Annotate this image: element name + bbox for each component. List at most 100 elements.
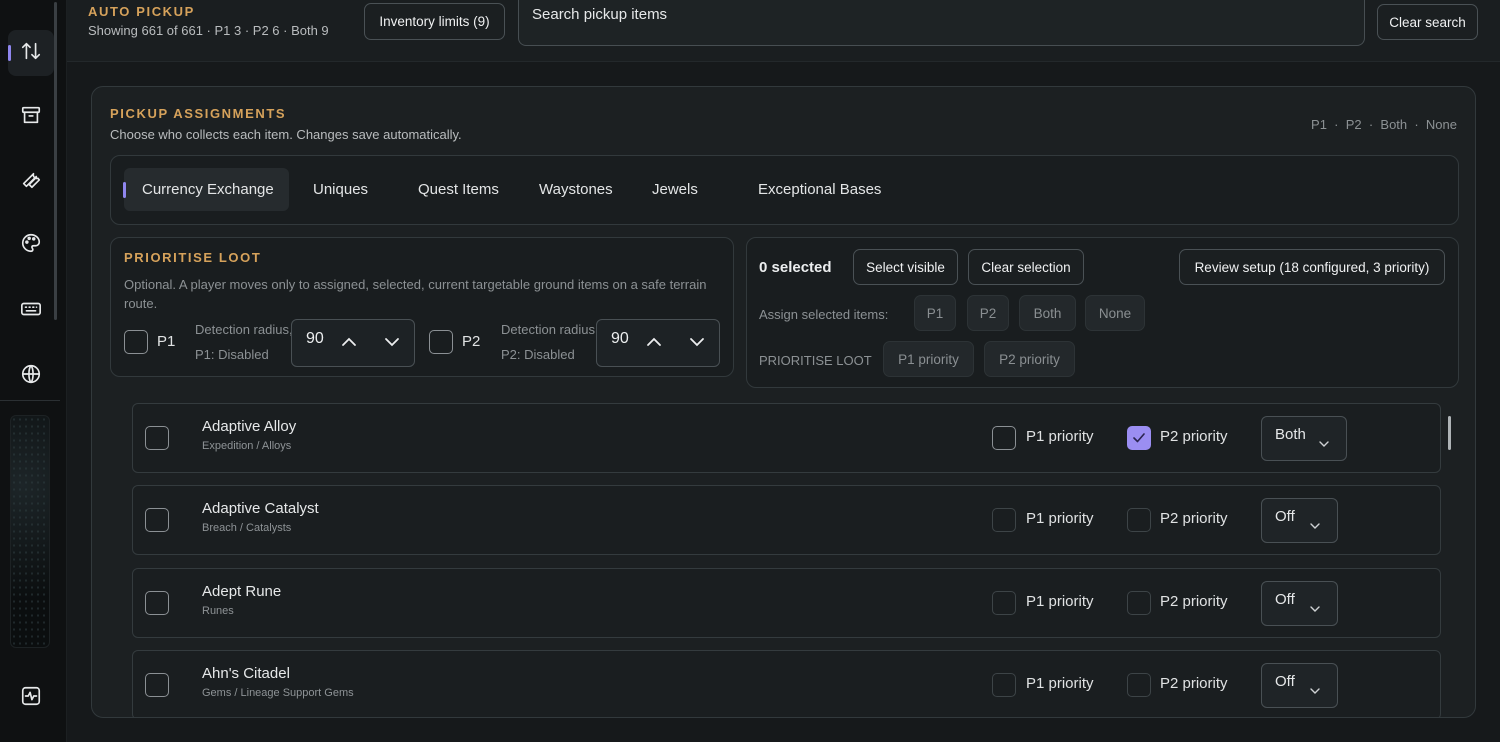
p1-priority-label: P1 priority bbox=[1026, 428, 1094, 445]
item-row[interactable]: Adept Rune Runes P1 priority P2 priority… bbox=[132, 568, 1441, 638]
tab-label: Quest Items bbox=[418, 181, 499, 198]
p1-priority-checkbox[interactable] bbox=[992, 591, 1016, 615]
rail-item-archive[interactable] bbox=[8, 94, 54, 140]
row-select-checkbox[interactable] bbox=[145, 591, 169, 615]
assignment-dropdown[interactable]: Off bbox=[1261, 663, 1338, 708]
p1-priority-label: P1 priority bbox=[1026, 510, 1094, 527]
chevron-up-icon[interactable] bbox=[341, 334, 357, 355]
assignment-value: Off bbox=[1275, 591, 1295, 608]
rail-item-activity[interactable] bbox=[8, 675, 54, 721]
tab-currency-exchange[interactable]: Currency Exchange bbox=[123, 168, 289, 211]
chevron-down-icon bbox=[1319, 435, 1329, 452]
p1-priority-label: P1 priority bbox=[1026, 593, 1094, 610]
tab-jewels[interactable]: Jewels bbox=[652, 168, 698, 211]
assignment-dropdown[interactable]: Off bbox=[1261, 581, 1338, 626]
tab-waystones[interactable]: Waystones bbox=[539, 168, 613, 211]
p2-priority-label: P2 priority bbox=[1160, 428, 1228, 445]
clear-search-button[interactable]: Clear search bbox=[1377, 4, 1478, 40]
rail-item-tools[interactable] bbox=[8, 158, 54, 204]
row-select-checkbox[interactable] bbox=[145, 426, 169, 450]
panel-subtitle: Choose who collects each item. Changes s… bbox=[110, 127, 462, 142]
p1-priority-checkbox[interactable] bbox=[992, 508, 1016, 532]
p1-priority-checkbox[interactable] bbox=[992, 673, 1016, 697]
item-category: Runes bbox=[202, 605, 234, 617]
select-visible-button[interactable]: Select visible bbox=[853, 249, 958, 285]
rail-item-keybinds[interactable] bbox=[8, 288, 54, 334]
p2-priority-checkbox[interactable] bbox=[1127, 426, 1151, 450]
rail-scrollbar[interactable] bbox=[54, 2, 57, 320]
row-select-checkbox[interactable] bbox=[145, 673, 169, 697]
tab-label: Uniques bbox=[313, 181, 369, 198]
p1-prioritise-checkbox[interactable] bbox=[124, 330, 148, 354]
chevron-down-icon bbox=[1310, 682, 1320, 699]
tab-uniques[interactable]: Uniques bbox=[313, 168, 368, 211]
prioritise-loot-box: PRIORITISE LOOT Optional. A player moves… bbox=[110, 237, 734, 377]
prioritise-loot-description: Optional. A player moves only to assigne… bbox=[124, 277, 707, 311]
p1-priority-checkbox[interactable] bbox=[992, 426, 1016, 450]
active-tab-indicator bbox=[123, 182, 126, 198]
tab-exceptional-bases[interactable]: Exceptional Bases bbox=[758, 168, 881, 211]
assign-p1-button[interactable]: P1 bbox=[914, 295, 956, 331]
app-subtitle: Showing 661 of 661 · P1 3 · P2 6 · Both … bbox=[88, 23, 329, 38]
rail-item-theme[interactable] bbox=[8, 222, 54, 268]
p2-priority-checkbox[interactable] bbox=[1127, 508, 1151, 532]
active-indicator bbox=[8, 45, 11, 61]
assignment-value: Both bbox=[1275, 426, 1306, 443]
chevron-down-icon bbox=[1310, 517, 1320, 534]
chevron-down-icon[interactable] bbox=[384, 334, 400, 355]
decorative-artwork bbox=[10, 415, 50, 648]
chevron-down-icon bbox=[1310, 600, 1320, 617]
chevron-down-icon[interactable] bbox=[689, 334, 705, 355]
p2-radius-stepper[interactable]: 90 bbox=[596, 319, 720, 367]
item-name: Adaptive Alloy bbox=[202, 418, 297, 435]
p2-priority-label: P2 priority bbox=[1160, 593, 1228, 610]
chevron-up-icon[interactable] bbox=[646, 334, 662, 355]
row-select-checkbox[interactable] bbox=[145, 508, 169, 532]
item-category: Breach / Catalysts bbox=[202, 522, 292, 534]
tab-label: Currency Exchange bbox=[142, 181, 274, 198]
assign-both-button[interactable]: Both bbox=[1019, 295, 1076, 331]
item-row[interactable]: Adaptive Catalyst Breach / Catalysts P1 … bbox=[132, 485, 1441, 555]
p2-priority-label: P2 priority bbox=[1160, 675, 1228, 692]
clear-selection-button[interactable]: Clear selection bbox=[968, 249, 1084, 285]
item-row[interactable]: Ahn's Citadel Gems / Lineage Support Gem… bbox=[132, 650, 1441, 717]
inventory-limits-button[interactable]: Inventory limits (9) bbox=[364, 3, 505, 40]
selection-box: 0 selected Select visible Clear selectio… bbox=[746, 237, 1459, 388]
pickup-assignments-panel: PICKUP ASSIGNMENTS Choose who collects e… bbox=[91, 86, 1476, 718]
p2-prioritise-checkbox[interactable] bbox=[429, 330, 453, 354]
tab-label: Waystones bbox=[539, 181, 613, 198]
assignment-dropdown[interactable]: Both bbox=[1261, 416, 1347, 461]
item-name: Adept Rune bbox=[202, 583, 282, 600]
item-row[interactable]: Adaptive Alloy Expedition / Alloys P1 pr… bbox=[132, 403, 1441, 473]
assignment-dropdown[interactable]: Off bbox=[1261, 498, 1338, 543]
assign-p2-button[interactable]: P2 bbox=[967, 295, 1009, 331]
arrows-up-down-icon bbox=[20, 40, 42, 67]
rail-item-language[interactable] bbox=[8, 353, 54, 399]
p2-priority-checkbox[interactable] bbox=[1127, 591, 1151, 615]
assign-selected-label: Assign selected items: bbox=[759, 307, 889, 322]
app-title: AUTO PICKUP bbox=[88, 4, 195, 19]
tab-label: Exceptional Bases bbox=[758, 181, 882, 198]
prioritise-loot-title: PRIORITISE LOOT bbox=[124, 250, 262, 265]
globe-icon bbox=[20, 363, 42, 390]
p1-radius-stepper[interactable]: 90 bbox=[291, 319, 415, 367]
p2-priority-bulk-button[interactable]: P2 priority bbox=[984, 341, 1075, 377]
review-setup-button[interactable]: Review setup (18 configured, 3 priority) bbox=[1179, 249, 1445, 285]
item-category: Expedition / Alloys bbox=[202, 440, 292, 452]
activity-icon bbox=[20, 685, 42, 712]
palette-icon bbox=[20, 232, 42, 259]
search-input[interactable]: Search pickup items bbox=[518, 0, 1365, 46]
item-name: Ahn's Citadel bbox=[202, 665, 290, 682]
rail-divider bbox=[0, 400, 60, 401]
p1-radius-value: 90 bbox=[306, 330, 324, 347]
assignment-value: Off bbox=[1275, 508, 1295, 525]
list-scrollbar[interactable] bbox=[1448, 416, 1451, 450]
archive-icon bbox=[20, 104, 42, 131]
item-category: Gems / Lineage Support Gems bbox=[202, 687, 354, 699]
p2-priority-checkbox[interactable] bbox=[1127, 673, 1151, 697]
p1-priority-bulk-button[interactable]: P1 priority bbox=[883, 341, 974, 377]
assign-none-button[interactable]: None bbox=[1085, 295, 1145, 331]
assignment-value: Off bbox=[1275, 673, 1295, 690]
rail-item-auto-pickup[interactable] bbox=[8, 30, 54, 76]
tab-quest-items[interactable]: Quest Items bbox=[418, 168, 499, 211]
